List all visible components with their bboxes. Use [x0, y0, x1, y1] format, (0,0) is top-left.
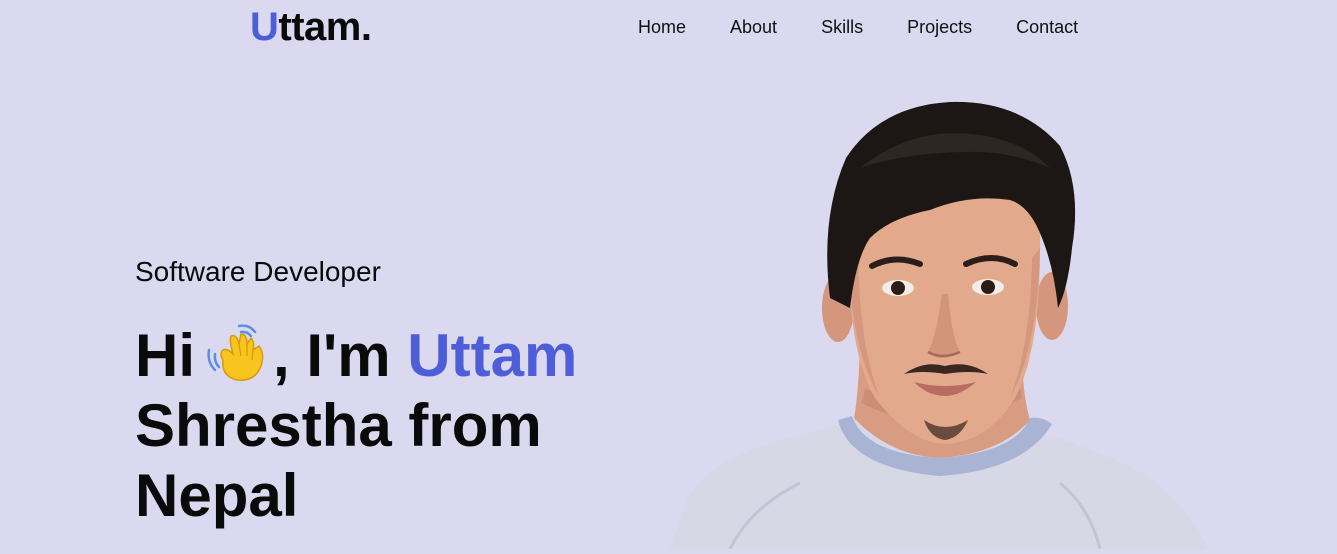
nav-link-projects[interactable]: Projects	[907, 16, 972, 38]
nav-link-contact[interactable]: Contact	[1016, 16, 1078, 38]
logo-rest: ttam.	[278, 5, 372, 49]
hero-subtitle: Software Developer	[135, 256, 381, 287]
hero-line-3: Nepal	[135, 462, 299, 529]
profile-photo	[670, 98, 1220, 550]
waving-hand-icon	[203, 320, 269, 382]
nav-link-skills[interactable]: Skills	[821, 16, 863, 38]
site-logo[interactable]: Uttam.	[250, 4, 372, 50]
hero-line-2: Shrestha from	[135, 392, 542, 459]
logo-initial: U	[250, 5, 279, 49]
main-nav: Home About Skills Projects Contact	[638, 16, 1078, 38]
hero-intro-mid: , I'm	[273, 322, 408, 389]
nav-link-about[interactable]: About	[730, 16, 777, 38]
hero-name-highlight: Uttam	[407, 322, 578, 389]
nav-link-home[interactable]: Home	[638, 16, 686, 38]
hero-headline: Hi , I'm Uttam Shrestha from Nepal	[135, 320, 655, 531]
hero-greeting: Hi	[135, 322, 195, 389]
